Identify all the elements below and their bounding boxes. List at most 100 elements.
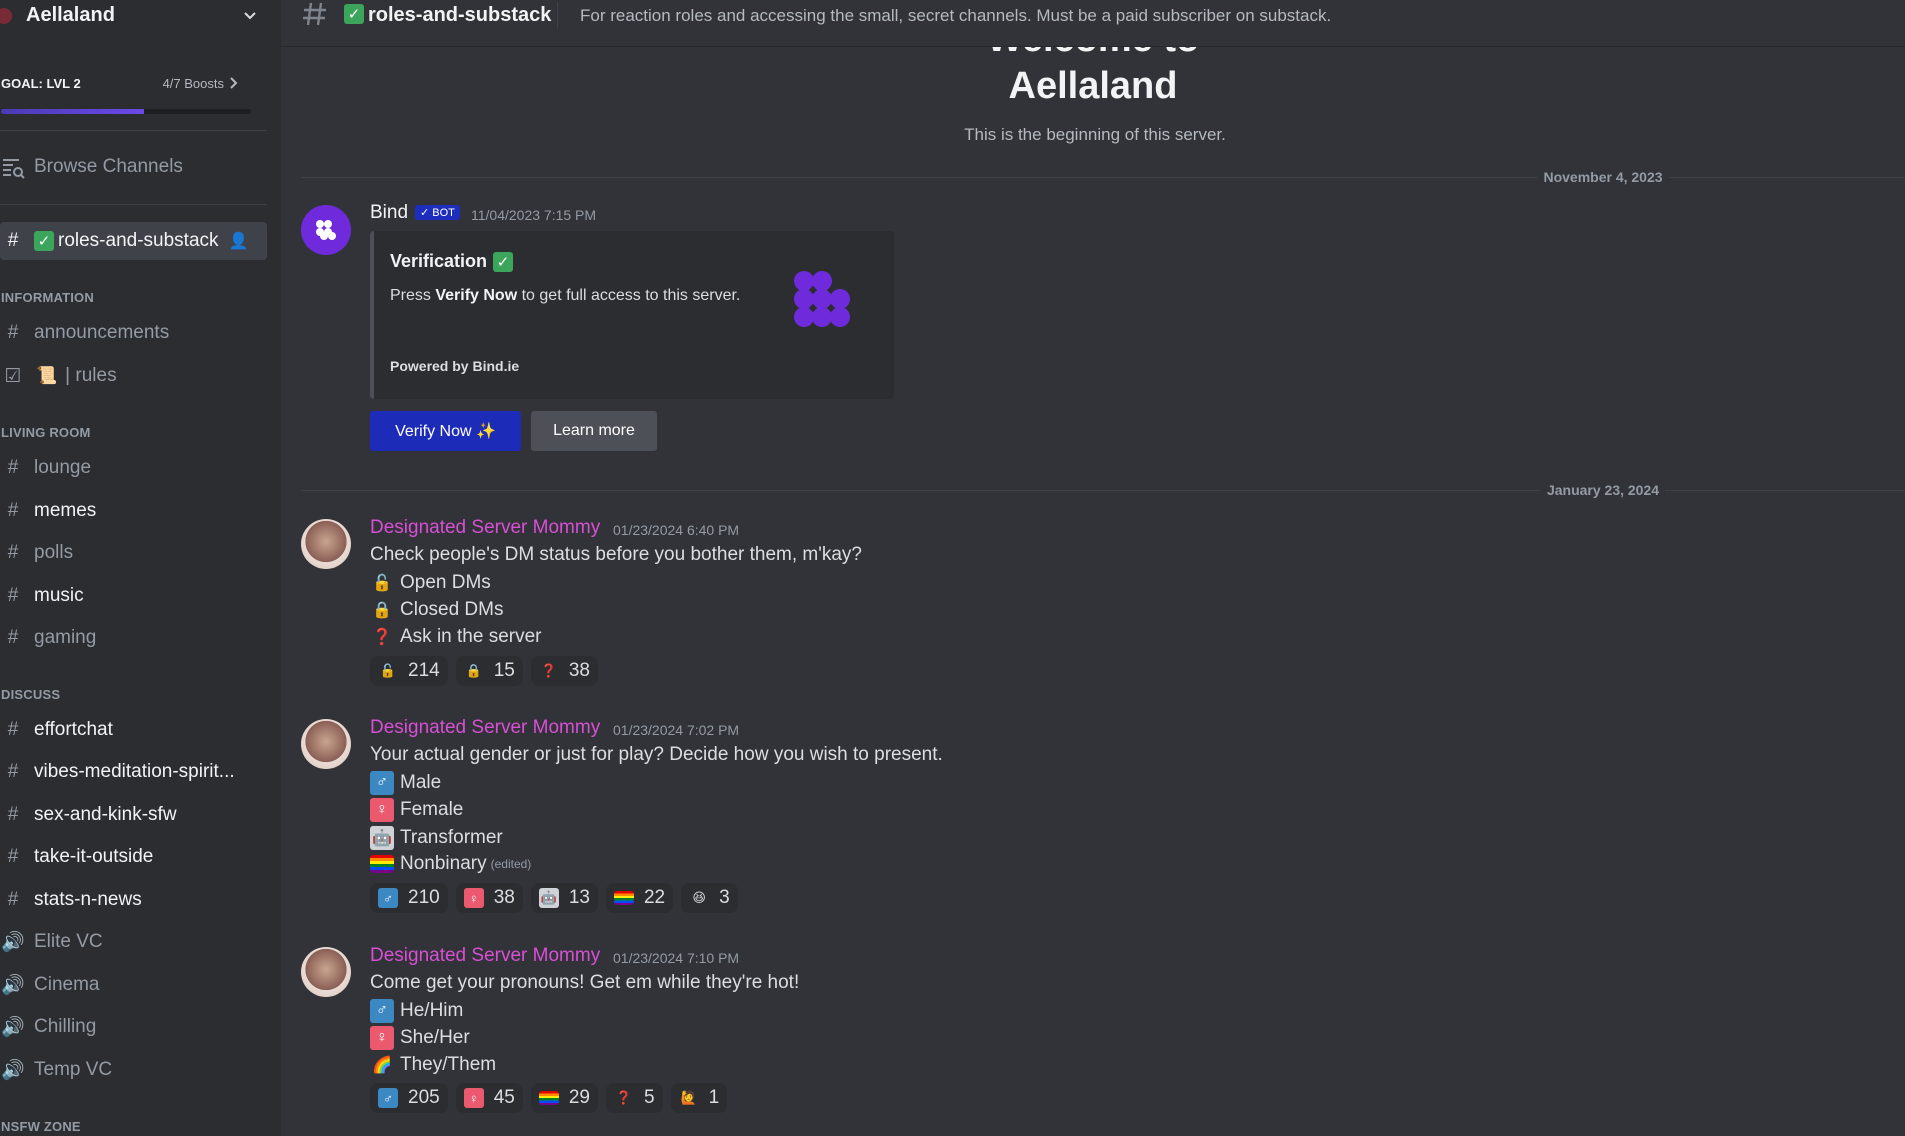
speaker-icon: 🔊 bbox=[1, 1017, 25, 1038]
sidebar-item-chilling[interactable]: 🔊 Chilling bbox=[0, 1008, 267, 1046]
bind-avatar[interactable] bbox=[301, 205, 351, 255]
message-timestamp: 01/23/2024 6:40 PM bbox=[613, 522, 740, 538]
sidebar-item-take-it-outside[interactable]: # take-it-outside bbox=[0, 838, 267, 876]
reaction-count: 214 bbox=[408, 660, 440, 681]
channel-label: stats-n-news bbox=[34, 889, 142, 910]
chevron-right-icon bbox=[230, 77, 238, 89]
speaker-icon: 🔊 bbox=[1, 975, 25, 996]
reaction-count: 210 bbox=[408, 887, 440, 908]
channel-label: Temp VC bbox=[34, 1059, 113, 1080]
female-sign-icon: ♀ bbox=[463, 888, 484, 908]
embed-title-text: Verification bbox=[390, 251, 488, 271]
question-mark-icon: ❓ bbox=[540, 663, 557, 678]
sidebar-item-roles-and-substack[interactable]: # ✓ roles-and-substack 👤 bbox=[0, 222, 267, 260]
sidebar-item-announcements[interactable]: # announcements bbox=[0, 314, 267, 352]
chevron-down-icon[interactable] bbox=[240, 6, 260, 26]
embed-footer: Powered by Bind.ie bbox=[390, 358, 520, 374]
reaction-female[interactable]: ♀ 45 bbox=[455, 1083, 523, 1113]
speaker-icon: 🔊 bbox=[1, 932, 25, 953]
embed-desc-pre: Press bbox=[390, 287, 436, 304]
channel-label: take-it-outside bbox=[34, 846, 154, 867]
bind-logo-icon bbox=[316, 220, 336, 240]
hash-icon: # bbox=[7, 585, 19, 606]
rainbow-flag-icon bbox=[613, 891, 634, 905]
hash-icon: # bbox=[7, 457, 19, 478]
message-author[interactable]: Designated Server Mommy bbox=[370, 717, 600, 739]
category-information[interactable]: INFORMATION bbox=[1, 290, 94, 305]
sidebar-item-rules[interactable]: ☑ 📜 | rules bbox=[0, 357, 267, 395]
reaction-bar: 🔓 214 🔒 15 ❓ 38 bbox=[370, 656, 598, 686]
reaction-question[interactable]: ❓ 5 bbox=[605, 1083, 663, 1113]
hash-icon: # bbox=[7, 230, 19, 251]
reaction-count: 38 bbox=[493, 887, 515, 908]
hash-icon bbox=[303, 2, 326, 26]
channel-label: music bbox=[34, 585, 84, 606]
reaction-locked[interactable]: 🔒 15 bbox=[455, 656, 523, 686]
sidebar-item-stats-n-news[interactable]: # stats-n-news bbox=[0, 881, 267, 919]
message-line: 🔒 Closed DMs bbox=[370, 598, 503, 622]
sidebar-item-temp-vc[interactable]: 🔊 Temp VC bbox=[0, 1051, 267, 1089]
sidebar-item-elite-vc[interactable]: 🔊 Elite VC bbox=[0, 923, 267, 961]
user-avatar[interactable] bbox=[301, 519, 351, 569]
reaction-female[interactable]: ♀ 38 bbox=[455, 883, 523, 913]
reaction-rainbow[interactable]: 22 bbox=[605, 883, 674, 913]
hash-icon: # bbox=[7, 322, 19, 343]
sidebar-item-vibes[interactable]: # vibes-meditation-spirit... bbox=[0, 753, 267, 791]
category-living-room[interactable]: LIVING ROOM bbox=[1, 425, 91, 440]
sidebar-item-music[interactable]: # music bbox=[0, 577, 267, 615]
category-discuss[interactable]: DISCUSS bbox=[1, 687, 60, 702]
reaction-male[interactable]: ♂ 210 bbox=[370, 883, 448, 913]
channel-title: roles-and-substack bbox=[368, 4, 552, 26]
reaction-rainbow[interactable]: 29 bbox=[530, 1083, 598, 1113]
transformer-icon: 🤖 bbox=[370, 826, 394, 850]
welcome-subtitle: This is the beginning of this server. bbox=[964, 125, 1226, 144]
reaction-person-raising-hand[interactable]: 🙋 1 bbox=[670, 1083, 728, 1113]
category-nsfw-zone[interactable]: NSFW ZONE bbox=[1, 1119, 81, 1134]
reaction-male[interactable]: ♂ 205 bbox=[370, 1083, 448, 1113]
female-sign-icon: ♀ bbox=[370, 798, 394, 822]
boost-goal[interactable]: GOAL: LVL 2 4/7 Boosts bbox=[0, 72, 252, 116]
server-header[interactable]: Aellaland bbox=[0, 0, 281, 31]
check-emoji-icon: ✓ bbox=[34, 231, 54, 251]
sidebar-item-memes[interactable]: # memes bbox=[0, 492, 267, 530]
verify-now-button[interactable]: Verify Now ✨ bbox=[370, 411, 521, 451]
verification-embed: Verification ✓ Press Verify Now to get f… bbox=[370, 231, 894, 399]
channel-topic[interactable]: For reaction roles and accessing the sma… bbox=[580, 6, 1331, 26]
line-text: Nonbinary bbox=[400, 853, 487, 874]
add-member-icon[interactable]: 👤 bbox=[229, 231, 249, 251]
lock-icon: 🔒 bbox=[372, 602, 392, 619]
speaker-icon: 🔊 bbox=[1, 1060, 25, 1081]
server-name: Aellaland bbox=[26, 4, 115, 26]
learn-more-button[interactable]: Learn more bbox=[531, 411, 657, 451]
sidebar-item-sex-and-kink-sfw[interactable]: # sex-and-kink-sfw bbox=[0, 796, 267, 834]
browse-channels[interactable]: Browse Channels bbox=[0, 148, 267, 186]
user-avatar[interactable] bbox=[301, 947, 351, 997]
date-divider-label: November 4, 2023 bbox=[1537, 169, 1669, 185]
line-text: He/Him bbox=[400, 1000, 464, 1021]
reaction-unlocked[interactable]: 🔓 214 bbox=[370, 656, 448, 686]
hash-icon: # bbox=[7, 627, 19, 648]
channel-label: memes bbox=[34, 500, 97, 521]
channel-sidebar: Aellaland GOAL: LVL 2 4/7 Boosts Browse … bbox=[0, 0, 281, 1136]
message-author[interactable]: Bind bbox=[370, 202, 408, 224]
reaction-laughing[interactable]: 😆 3 bbox=[681, 883, 738, 913]
hash-icon: # bbox=[7, 804, 19, 825]
message-author[interactable]: Designated Server Mommy bbox=[370, 517, 600, 539]
reaction-transformer[interactable]: 🤖 13 bbox=[530, 883, 598, 913]
sidebar-item-effortchat[interactable]: # effortchat bbox=[0, 711, 267, 749]
sidebar-item-cinema[interactable]: 🔊 Cinema bbox=[0, 966, 267, 1004]
edited-label: (edited) bbox=[490, 857, 532, 871]
line-text: Closed DMs bbox=[400, 599, 504, 620]
boost-progress-bar bbox=[1, 109, 251, 114]
message-text: Check people's DM status before you both… bbox=[370, 544, 862, 565]
sidebar-item-polls[interactable]: # polls bbox=[0, 534, 267, 572]
user-avatar[interactable] bbox=[301, 719, 351, 769]
browse-channels-icon bbox=[0, 154, 26, 180]
rainbow-flag-icon bbox=[538, 1091, 559, 1105]
sidebar-item-gaming[interactable]: # gaming bbox=[0, 619, 267, 657]
line-text: Male bbox=[400, 772, 442, 793]
line-text: They/Them bbox=[400, 1054, 497, 1075]
sidebar-item-lounge[interactable]: # lounge bbox=[0, 449, 267, 487]
message-author[interactable]: Designated Server Mommy bbox=[370, 945, 600, 967]
reaction-question[interactable]: ❓ 38 bbox=[530, 656, 598, 686]
